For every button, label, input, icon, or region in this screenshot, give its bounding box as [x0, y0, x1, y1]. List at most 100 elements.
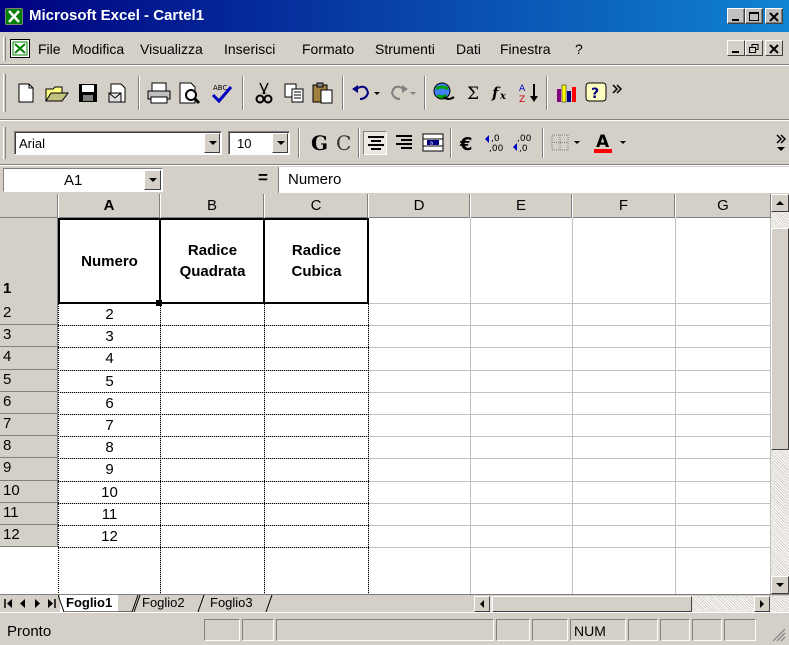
spelling-button[interactable]: ABC [209, 81, 233, 105]
paste-button[interactable] [311, 81, 335, 105]
scroll-right-button[interactable] [754, 596, 770, 612]
menu-finestra[interactable]: Finestra [500, 41, 551, 57]
new-button[interactable] [14, 81, 38, 105]
more-formatting-buttons[interactable] [775, 131, 789, 155]
restore-button[interactable] [745, 8, 763, 24]
vertical-scrollbar[interactable] [771, 194, 789, 594]
doc-minimize-button[interactable] [727, 40, 745, 56]
close-button[interactable] [765, 8, 783, 24]
more-buttons[interactable] [610, 81, 624, 105]
column-header-d[interactable]: D [369, 194, 470, 218]
row-header-6[interactable]: 6 [0, 391, 58, 414]
print-preview-button[interactable] [177, 81, 201, 105]
font-color-button[interactable]: A [592, 131, 630, 155]
worksheet-grid[interactable]: ABCDEFG 1 2 3 4 5 6 7 8 9 10 11 12 Numero Radice Qu… [0, 194, 771, 594]
row-header-9[interactable]: 9 [0, 458, 58, 481]
row-header-4[interactable]: 4 [0, 347, 58, 370]
email-button[interactable] [106, 81, 130, 105]
column-header-f[interactable]: F [573, 194, 675, 218]
italic-button[interactable]: C [332, 131, 356, 155]
column-header-e[interactable]: E [471, 194, 572, 218]
cell-a6[interactable]: 6 [59, 393, 160, 414]
sort-ascending-button[interactable]: AZ [517, 81, 541, 105]
cell-a7[interactable]: 7 [59, 415, 160, 436]
hyperlink-button[interactable] [432, 81, 456, 105]
horizontal-scrollbar[interactable] [474, 596, 789, 612]
title-bar[interactable]: Microsoft Excel - Cartel1 [0, 0, 789, 32]
menu-file[interactable]: File [38, 41, 61, 57]
cell-a4[interactable]: 4 [59, 348, 160, 369]
menu-visualizza[interactable]: Visualizza [140, 41, 203, 57]
cell-a2[interactable]: 2 [59, 304, 160, 325]
merge-center-button[interactable]: a [421, 131, 445, 155]
scroll-left-button[interactable] [474, 596, 490, 612]
decrease-decimal-button[interactable]: ,00,0 [512, 131, 536, 155]
borders-button[interactable] [550, 131, 586, 155]
cell-a8[interactable]: 8 [59, 437, 160, 458]
menu-grip[interactable] [3, 37, 6, 61]
name-box-dropdown[interactable] [144, 170, 161, 190]
undo-button[interactable] [350, 81, 380, 105]
horizontal-scroll-thumb[interactable] [492, 596, 692, 612]
toolbar-grip[interactable] [3, 127, 6, 159]
menu-dati[interactable]: Dati [456, 41, 481, 57]
cell-a3[interactable]: 3 [59, 326, 160, 347]
cell-a10[interactable]: 10 [59, 482, 160, 503]
autosum-button[interactable]: Σ [462, 81, 486, 105]
doc-close-button[interactable] [765, 40, 783, 56]
cell-a11[interactable]: 11 [59, 504, 160, 525]
align-right-button[interactable] [392, 131, 416, 155]
menu-strumenti[interactable]: Strumenti [375, 41, 435, 57]
edit-formula-button[interactable]: = [258, 168, 268, 188]
redo-button[interactable] [386, 81, 416, 105]
last-sheet-button[interactable] [44, 596, 58, 611]
font-size-combo[interactable]: 10 [228, 131, 290, 155]
row-header-3[interactable]: 3 [0, 325, 58, 348]
row-header-5[interactable]: 5 [0, 369, 58, 392]
toolbar-grip[interactable] [3, 74, 6, 112]
help-button[interactable]: ? [584, 81, 608, 105]
select-all-button[interactable] [0, 194, 58, 218]
cell-c1[interactable]: Radice Cubica [265, 219, 368, 303]
column-header-c[interactable]: C [265, 194, 368, 218]
euro-button[interactable]: € [456, 131, 480, 155]
menu-modifica[interactable]: Modifica [72, 41, 124, 57]
cell-a5[interactable]: 5 [59, 371, 160, 392]
name-box[interactable]: A1 [3, 168, 163, 192]
row-header-8[interactable]: 8 [0, 436, 58, 459]
prev-sheet-button[interactable] [16, 596, 30, 611]
column-header-b[interactable]: B [161, 194, 264, 218]
row-header-2[interactable]: 2 [0, 303, 58, 326]
formula-input[interactable]: Numero [278, 167, 789, 193]
column-header-g[interactable]: G [676, 194, 771, 218]
cut-button[interactable] [252, 81, 276, 105]
cell-a1[interactable]: Numero [59, 219, 160, 303]
scroll-up-button[interactable] [771, 194, 789, 212]
workbook-icon[interactable] [10, 39, 30, 58]
save-button[interactable] [76, 81, 100, 105]
row-header-1[interactable]: 1 [0, 218, 58, 304]
bold-button[interactable]: G [307, 131, 331, 155]
menu-formato[interactable]: Formato [302, 41, 354, 57]
size-dropdown-button[interactable] [272, 133, 288, 153]
increase-decimal-button[interactable]: ,0,00 [484, 131, 508, 155]
function-button[interactable]: fx [489, 81, 513, 105]
vertical-scroll-thumb[interactable] [771, 228, 789, 450]
resize-grip-icon[interactable] [772, 628, 786, 642]
chart-wizard-button[interactable] [554, 81, 578, 105]
row-header-10[interactable]: 10 [0, 480, 58, 503]
copy-button[interactable] [282, 81, 306, 105]
doc-restore-button[interactable] [745, 40, 763, 56]
row-header-11[interactable]: 11 [0, 502, 58, 525]
open-button[interactable] [44, 81, 69, 105]
font-name-combo[interactable]: Arial [14, 131, 222, 155]
excel-app-icon[interactable] [5, 8, 23, 25]
scroll-down-button[interactable] [771, 576, 789, 594]
align-center-button[interactable] [363, 131, 387, 155]
cell-a9[interactable]: 9 [59, 459, 160, 480]
menu-help[interactable]: ? [575, 41, 583, 57]
font-dropdown-button[interactable] [204, 133, 220, 153]
column-header-a[interactable]: A [59, 194, 160, 218]
print-button[interactable] [146, 81, 171, 105]
menu-inserisci[interactable]: Inserisci [224, 41, 275, 57]
